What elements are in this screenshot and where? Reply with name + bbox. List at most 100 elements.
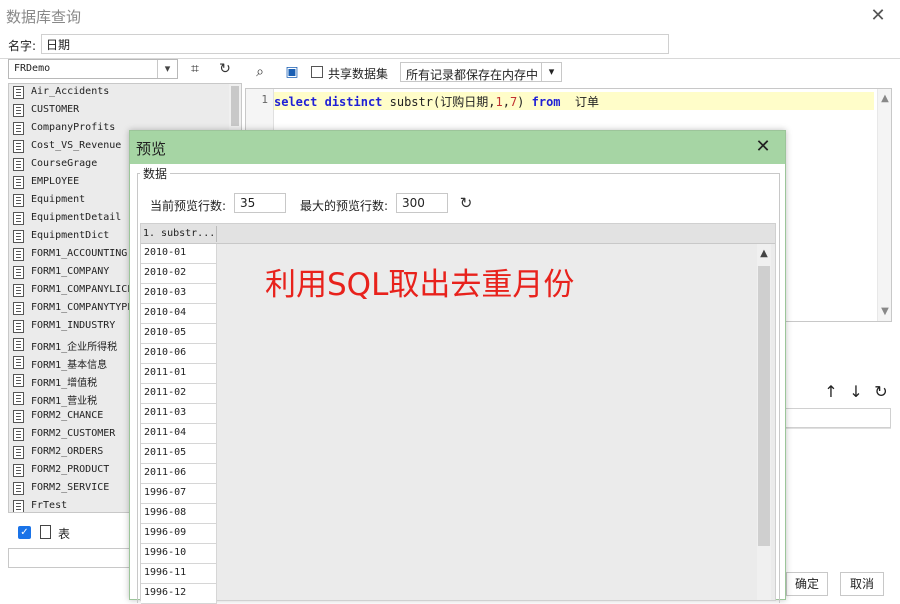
refresh-preview-icon[interactable]: ↻	[456, 193, 476, 213]
sql-column: 订购日期	[440, 95, 489, 109]
table-list-item[interactable]: CUSTOMER	[11, 102, 231, 120]
name-row: 名字:	[0, 34, 900, 56]
table-name: FORM2_CHANCE	[31, 410, 104, 421]
table-icon	[13, 302, 24, 315]
table-icon	[13, 338, 24, 351]
table-icon	[13, 104, 24, 117]
table-name: FORM1_INDUSTRY	[31, 320, 116, 331]
chevron-down-icon[interactable]: ▾	[541, 63, 561, 81]
sql-line[interactable]: select distinct substr(订购日期,1,7) from 订单	[274, 92, 874, 110]
cell-value: 1996-12	[144, 587, 187, 598]
ok-button[interactable]: 确定	[786, 572, 828, 596]
cell-value: 1996-07	[144, 487, 187, 498]
table-checkbox[interactable]: ✓	[18, 526, 31, 539]
table-row[interactable]: 1996-07	[141, 484, 217, 504]
column-header[interactable]: 1. substr...	[143, 228, 215, 239]
datasource-select[interactable]: FRDemo ▾	[8, 59, 178, 79]
table-row[interactable]: 2011-02	[141, 384, 217, 404]
cell-value: 2011-05	[144, 447, 187, 458]
max-rows-input[interactable]: 300	[396, 193, 448, 213]
scroll-up-icon[interactable]: ▲	[878, 93, 892, 104]
sql-keyword: from	[531, 95, 561, 109]
cell-value: 2010-03	[144, 287, 187, 298]
cell-value: 2010-06	[144, 347, 187, 358]
scroll-thumb[interactable]	[758, 266, 770, 546]
cell-value: 2010-01	[144, 247, 187, 258]
scroll-up-icon[interactable]: ▲	[757, 248, 771, 259]
table-name: EquipmentDetail	[31, 212, 122, 223]
sql-keyword: distinct	[324, 95, 383, 109]
table-row[interactable]: 2010-06	[141, 344, 217, 364]
preview-close-icon[interactable]: ✕	[753, 137, 773, 157]
table-name: FORM1_基本信息	[31, 360, 108, 371]
cache-mode-select[interactable]: 所有记录都保存在内存中 ▾	[400, 62, 562, 82]
divider	[781, 428, 891, 429]
table-row[interactable]: 2010-02	[141, 264, 217, 284]
table-name: FORM2_SERVICE	[31, 482, 110, 493]
editor-scrollbar[interactable]: ▲ ▼	[877, 89, 891, 321]
table-row[interactable]: 1996-12	[141, 584, 217, 604]
table-row[interactable]: 2011-01	[141, 364, 217, 384]
arrow-down-icon[interactable]: ↓	[846, 382, 866, 402]
table-row[interactable]: 2011-03	[141, 404, 217, 424]
line-number: 1	[261, 93, 268, 106]
table-icon	[13, 392, 24, 405]
table-row[interactable]: 2010-04	[141, 304, 217, 324]
refresh-icon[interactable]: ↻	[214, 59, 236, 79]
table-row[interactable]: 1996-10	[141, 544, 217, 564]
table-name: Equipment	[31, 194, 86, 205]
preview-dialog: 预览 ✕ 数据 当前预览行数: 35 最大的预览行数: 300 ↻ 1. sub…	[129, 130, 786, 604]
preview-title: 预览	[136, 140, 167, 158]
name-input[interactable]	[41, 34, 669, 54]
cell-value: 2011-01	[144, 367, 187, 378]
current-rows-label: 当前预览行数:	[150, 199, 227, 213]
table-name: FORM1_COMPANYTYPE	[31, 302, 134, 313]
grid-header: 1. substr...	[141, 224, 775, 244]
table-name: FORM1_COMPANY	[31, 266, 110, 277]
parameter-input[interactable]	[781, 408, 891, 428]
cell-value: 1996-10	[144, 547, 187, 558]
table-icon	[13, 446, 24, 459]
table-row[interactable]: 1996-11	[141, 564, 217, 584]
window-close-icon[interactable]: ✕	[868, 6, 888, 26]
table-name: Cost_VS_Revenue	[31, 140, 122, 151]
preview-titlebar: 预览 ✕	[130, 131, 785, 164]
grid-scrollbar[interactable]: ▲	[757, 244, 771, 600]
chevron-down-icon[interactable]: ▾	[157, 60, 177, 78]
scroll-down-icon[interactable]: ▼	[878, 306, 892, 317]
table-checkbox-label: 表	[58, 527, 71, 541]
table-icon	[13, 464, 24, 477]
table-row[interactable]: 1996-09	[141, 524, 217, 544]
table-row[interactable]: 2011-05	[141, 444, 217, 464]
table-row[interactable]: 2011-04	[141, 424, 217, 444]
current-rows-input[interactable]: 35	[234, 193, 286, 213]
table-icon	[13, 500, 24, 512]
sql-function: substr	[389, 95, 433, 109]
table-row[interactable]: 2010-03	[141, 284, 217, 304]
table-row[interactable]: 1996-08	[141, 504, 217, 524]
table-row[interactable]: 2010-05	[141, 324, 217, 344]
cell-value: 2011-03	[144, 407, 187, 418]
preview-icon[interactable]: ⌕	[249, 62, 271, 82]
save-icon[interactable]: ▣	[281, 62, 303, 82]
table-icon	[13, 140, 24, 153]
editor-toolbar: ⌕ ▣ 共享数据集 所有记录都保存在内存中 ▾	[245, 59, 892, 85]
table-row[interactable]: 2011-06	[141, 464, 217, 484]
annotation-text: 利用SQL取出去重月份	[265, 267, 575, 303]
table-row[interactable]: 2010-01	[141, 244, 217, 264]
table-list-item[interactable]: Air_Accidents	[11, 84, 231, 102]
table-icon	[13, 212, 24, 225]
window-titlebar: 数据库查询 ✕	[0, 0, 900, 34]
arrow-up-icon[interactable]: ↑	[821, 382, 841, 402]
column-divider[interactable]	[216, 226, 217, 242]
name-label: 名字:	[8, 39, 37, 53]
table-icon	[13, 356, 24, 369]
table-name: CUSTOMER	[31, 104, 80, 115]
share-dataset-checkbox[interactable]	[311, 66, 323, 78]
cancel-button[interactable]: 取消	[840, 572, 884, 596]
table-name: FORM2_CUSTOMER	[31, 428, 116, 439]
refresh-params-icon[interactable]: ↻	[871, 382, 891, 402]
cache-mode-value: 所有记录都保存在内存中	[406, 68, 539, 82]
edit-datasource-icon[interactable]: ⌗	[184, 59, 206, 79]
table-icon	[13, 122, 24, 135]
